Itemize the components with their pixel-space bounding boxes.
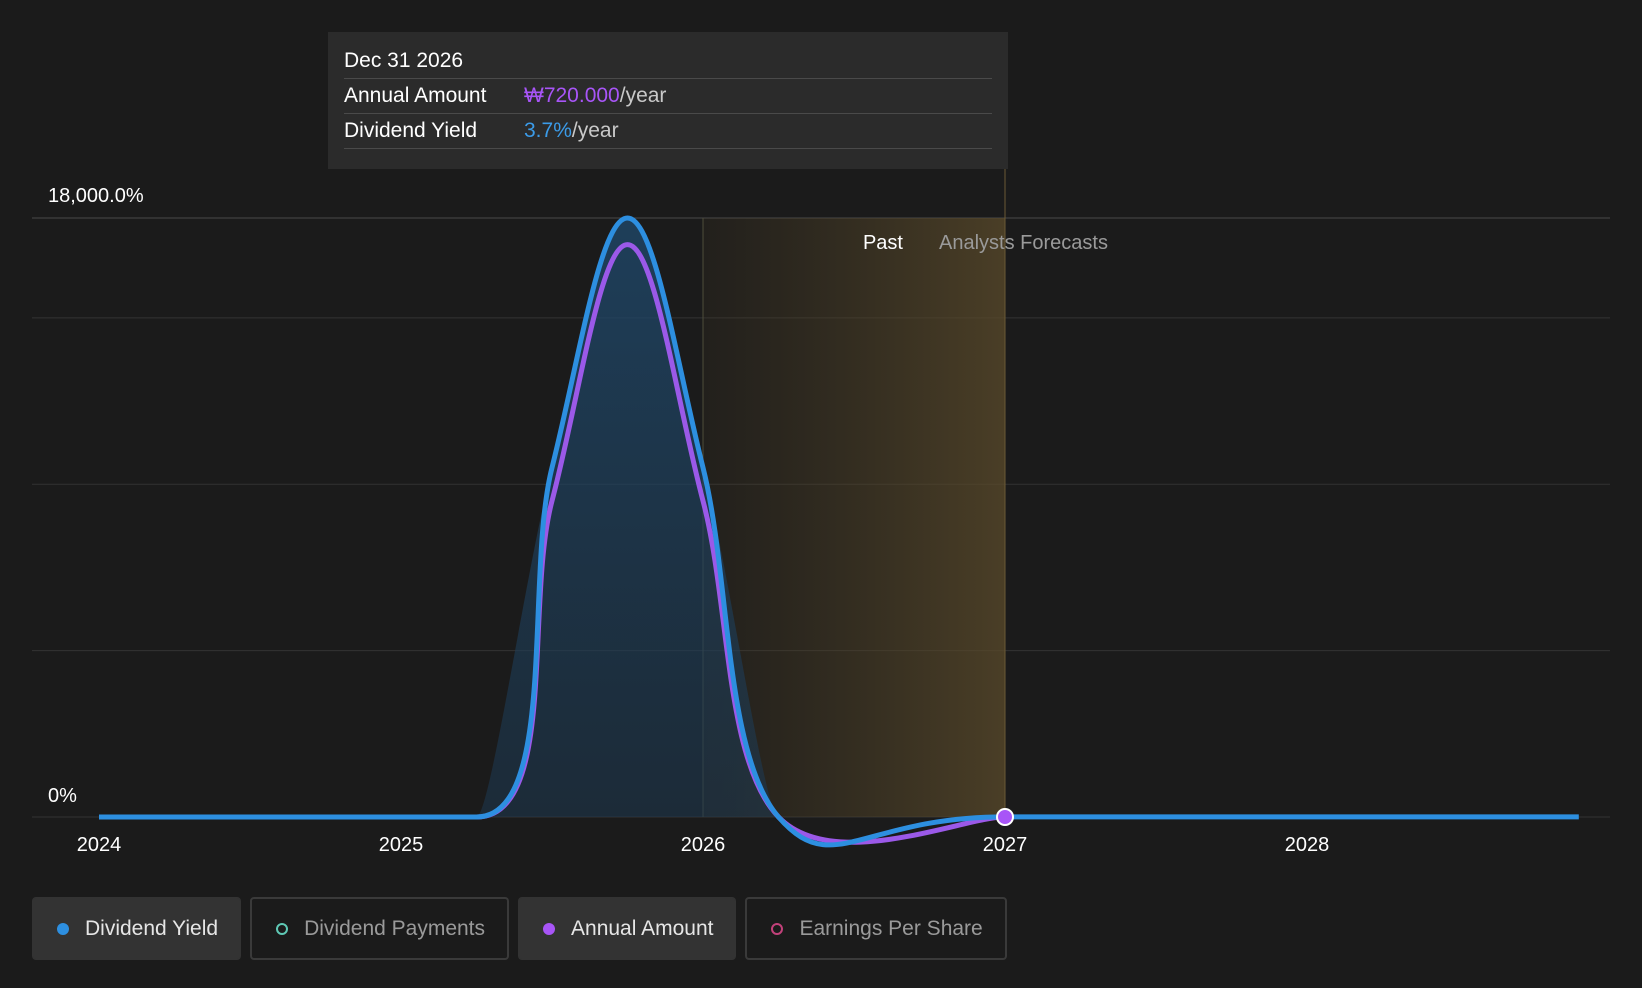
y-tick-label: 18,000.0% xyxy=(48,185,144,207)
chart-tooltip: Dec 31 2026 Annual Amount ₩720.000 /year… xyxy=(328,32,1008,169)
tooltip-row-annual-amount: Annual Amount ₩720.000 /year xyxy=(344,79,992,114)
tooltip-value: ₩720.000 xyxy=(524,84,620,107)
x-tick-label: 2026 xyxy=(681,834,726,856)
tooltip-date: Dec 31 2026 xyxy=(344,44,992,79)
x-tick-label: 2025 xyxy=(379,834,424,856)
legend-earnings-per-share-button[interactable]: Earnings Per Share xyxy=(745,897,1007,960)
legend-ring-icon xyxy=(771,922,784,935)
legend-label: Dividend Payments xyxy=(304,916,486,940)
legend-label: Earnings Per Share xyxy=(799,916,983,940)
tooltip-label: Dividend Yield xyxy=(344,119,478,142)
tooltip-row-dividend-yield: Dividend Yield 3.7% /year xyxy=(344,114,992,149)
chart-legend: Dividend Yield Dividend Payments Annual … xyxy=(32,897,1007,960)
legend-dividend-yield-button[interactable]: Dividend Yield xyxy=(32,897,242,960)
tooltip-label: Annual Amount xyxy=(344,84,487,107)
legend-ring-icon xyxy=(276,922,289,935)
highlight-marker[interactable] xyxy=(996,808,1014,826)
legend-dot-icon xyxy=(543,922,556,935)
x-tick-label: 2028 xyxy=(1285,834,1330,856)
past-label: Past xyxy=(863,232,903,254)
y-tick-label: 0% xyxy=(48,785,77,807)
legend-dividend-payments-button[interactable]: Dividend Payments xyxy=(250,897,510,960)
tooltip-unit: /year xyxy=(619,84,667,107)
x-tick-label: 2024 xyxy=(77,834,122,856)
legend-dot-icon xyxy=(57,922,69,935)
legend-label: Dividend Yield xyxy=(85,916,219,940)
forecast-label: Analysts Forecasts xyxy=(939,232,1108,254)
tooltip-value: 3.7% xyxy=(524,119,572,142)
x-tick-label: 2027 xyxy=(983,834,1028,856)
legend-label: Annual Amount xyxy=(571,916,714,940)
tooltip-unit: /year xyxy=(571,119,619,142)
legend-annual-amount-button[interactable]: Annual Amount xyxy=(518,897,737,960)
